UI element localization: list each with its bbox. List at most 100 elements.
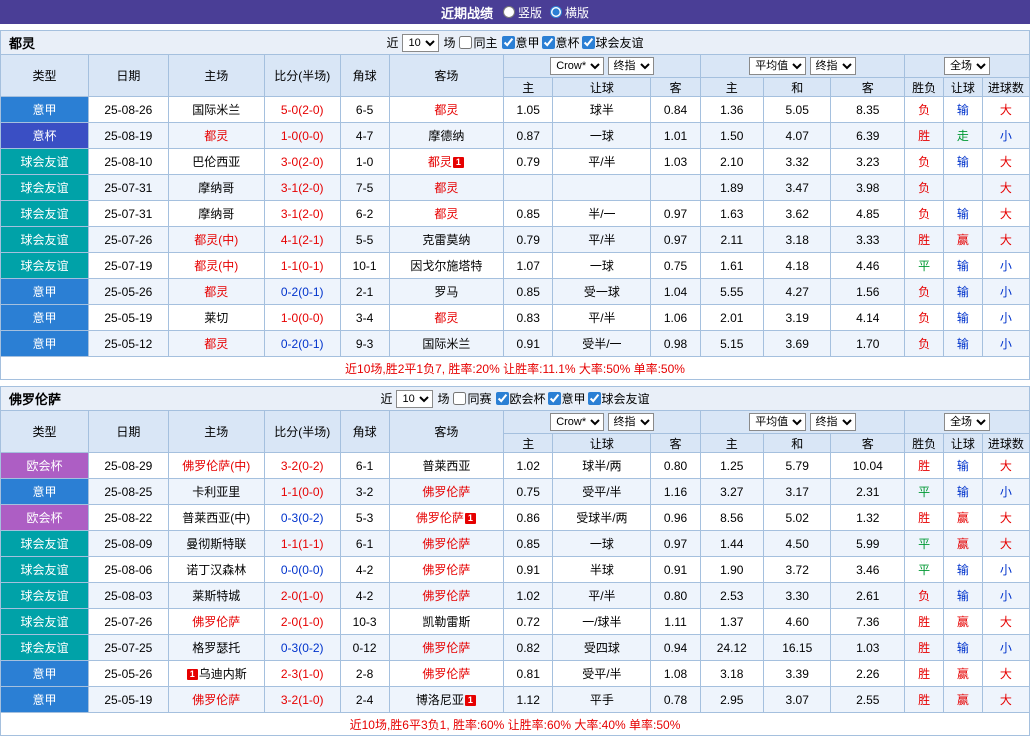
league-filter[interactable]: 意甲	[502, 34, 540, 51]
corner-score: 10-1	[340, 253, 389, 279]
away-team-name[interactable]: 罗马	[434, 285, 458, 299]
away-team-name[interactable]: 佛罗伦萨	[422, 537, 470, 551]
score-link[interactable]: 0-2(0-1)	[264, 331, 340, 357]
league-filter[interactable]: 意甲	[548, 390, 586, 407]
scope-select[interactable]: 全场	[944, 413, 990, 431]
away-team-name[interactable]: 普莱西亚	[422, 459, 470, 473]
odds-source-select[interactable]: Crow*	[550, 413, 604, 431]
away-team-name[interactable]: 佛罗伦萨	[416, 511, 464, 525]
away-team-name[interactable]: 都灵	[434, 181, 458, 195]
avg-home: 5.15	[700, 331, 763, 357]
layout-radio[interactable]	[550, 6, 562, 18]
away-team-name[interactable]: 因戈尔施塔特	[410, 259, 482, 273]
score-link[interactable]: 0-3(0-2)	[264, 505, 340, 531]
layout-option[interactable]: 横版	[550, 4, 589, 21]
score-link[interactable]: 3-1(2-0)	[264, 175, 340, 201]
score-link[interactable]: 1-0(0-0)	[264, 305, 340, 331]
home-team-name[interactable]: 摩纳哥	[198, 207, 234, 221]
league-filter-checkbox[interactable]	[502, 36, 515, 49]
layout-option[interactable]: 竖版	[503, 4, 542, 21]
home-team-name[interactable]: 格罗瑟托	[192, 641, 240, 655]
layout-radio[interactable]	[503, 6, 515, 18]
same-filter-checkbox[interactable]	[459, 36, 472, 49]
league-filter-checkbox[interactable]	[496, 392, 509, 405]
score-link[interactable]: 2-0(1-0)	[264, 583, 340, 609]
home-team-name[interactable]: 普莱西亚(中)	[182, 511, 250, 525]
score-link[interactable]: 3-2(0-2)	[264, 453, 340, 479]
score-link[interactable]: 1-1(1-1)	[264, 531, 340, 557]
home-team-name[interactable]: 都灵	[204, 285, 228, 299]
away-team-name[interactable]: 都灵	[434, 103, 458, 117]
league-filter-checkbox[interactable]	[582, 36, 595, 49]
home-team-name[interactable]: 佛罗伦萨	[192, 615, 240, 629]
score-link[interactable]: 2-0(1-0)	[264, 609, 340, 635]
away-team-name[interactable]: 博洛尼亚	[416, 693, 464, 707]
away-team-name[interactable]: 佛罗伦萨	[422, 589, 470, 603]
home-team-name[interactable]: 卡利亚里	[192, 485, 240, 499]
score-link[interactable]: 1-0(0-0)	[264, 123, 340, 149]
avg-time-select[interactable]: 终指	[810, 413, 856, 431]
same-filter[interactable]: 同赛	[453, 390, 491, 407]
away-team-name[interactable]: 都灵	[434, 207, 458, 221]
corner-score: 3-2	[340, 479, 389, 505]
odds-source-select[interactable]: Crow*	[550, 57, 604, 75]
home-team-name[interactable]: 摩纳哥	[198, 181, 234, 195]
score-link[interactable]: 0-2(0-1)	[264, 279, 340, 305]
score-link[interactable]: 1-1(0-1)	[264, 253, 340, 279]
odds-time-select[interactable]: 终指	[608, 57, 654, 75]
avg-source-select[interactable]: 平均值	[749, 413, 806, 431]
home-team-name[interactable]: 国际米兰	[192, 103, 240, 117]
odds-time-select[interactable]: 终指	[608, 413, 654, 431]
score-link[interactable]: 0-3(0-2)	[264, 635, 340, 661]
col-odds-home: 主	[504, 434, 553, 453]
away-team-name[interactable]: 佛罗伦萨	[422, 485, 470, 499]
score-link[interactable]: 3-2(1-0)	[264, 687, 340, 713]
home-team-name[interactable]: 都灵	[204, 129, 228, 143]
score-link[interactable]: 2-3(1-0)	[264, 661, 340, 687]
away-team-name[interactable]: 佛罗伦萨	[422, 667, 470, 681]
away-team-name[interactable]: 都灵	[428, 155, 452, 169]
match-date: 25-08-06	[88, 557, 168, 583]
home-team-name[interactable]: 巴伦西亚	[192, 155, 240, 169]
handicap-outcome: 输	[944, 453, 983, 479]
avg-source-select[interactable]: 平均值	[749, 57, 806, 75]
home-team-name[interactable]: 都灵(中)	[194, 259, 238, 273]
league-filter[interactable]: 球会友谊	[588, 390, 650, 407]
match-count-select[interactable]: 10	[396, 390, 433, 408]
home-team-name[interactable]: 乌迪内斯	[199, 667, 247, 681]
league-filter[interactable]: 球会友谊	[582, 34, 644, 51]
match-count-select[interactable]: 10	[402, 34, 439, 52]
home-team-name[interactable]: 都灵	[204, 337, 228, 351]
away-team-name[interactable]: 佛罗伦萨	[422, 563, 470, 577]
same-filter-checkbox[interactable]	[453, 392, 466, 405]
away-team-name[interactable]: 克雷莫纳	[422, 233, 470, 247]
away-team-name[interactable]: 国际米兰	[422, 337, 470, 351]
home-team-name[interactable]: 佛罗伦萨(中)	[182, 459, 250, 473]
league-filter-checkbox[interactable]	[542, 36, 555, 49]
score-link[interactable]: 0-0(0-0)	[264, 557, 340, 583]
scope-select[interactable]: 全场	[944, 57, 990, 75]
home-team-name[interactable]: 曼彻斯特联	[186, 537, 246, 551]
home-team-name[interactable]: 莱斯特城	[192, 589, 240, 603]
home-team-name[interactable]: 都灵(中)	[194, 233, 238, 247]
home-team-name[interactable]: 莱切	[204, 311, 228, 325]
avg-away: 3.23	[831, 149, 905, 175]
away-team-name[interactable]: 摩德纳	[428, 129, 464, 143]
league-filter-checkbox[interactable]	[588, 392, 601, 405]
league-filter[interactable]: 欧会杯	[496, 390, 546, 407]
away-team-name[interactable]: 凯勒雷斯	[422, 615, 470, 629]
score-link[interactable]: 5-0(2-0)	[264, 97, 340, 123]
league-filter-checkbox[interactable]	[548, 392, 561, 405]
score-link[interactable]: 1-1(0-0)	[264, 479, 340, 505]
same-filter[interactable]: 同主	[459, 34, 497, 51]
league-badge: 意甲	[1, 279, 89, 305]
home-team-name[interactable]: 佛罗伦萨	[192, 693, 240, 707]
score-link[interactable]: 3-1(2-0)	[264, 201, 340, 227]
away-team-name[interactable]: 都灵	[434, 311, 458, 325]
avg-time-select[interactable]: 终指	[810, 57, 856, 75]
home-team-name[interactable]: 诺丁汉森林	[186, 563, 246, 577]
away-team-name[interactable]: 佛罗伦萨	[422, 641, 470, 655]
league-filter[interactable]: 意杯	[542, 34, 580, 51]
score-link[interactable]: 4-1(2-1)	[264, 227, 340, 253]
score-link[interactable]: 3-0(2-0)	[264, 149, 340, 175]
